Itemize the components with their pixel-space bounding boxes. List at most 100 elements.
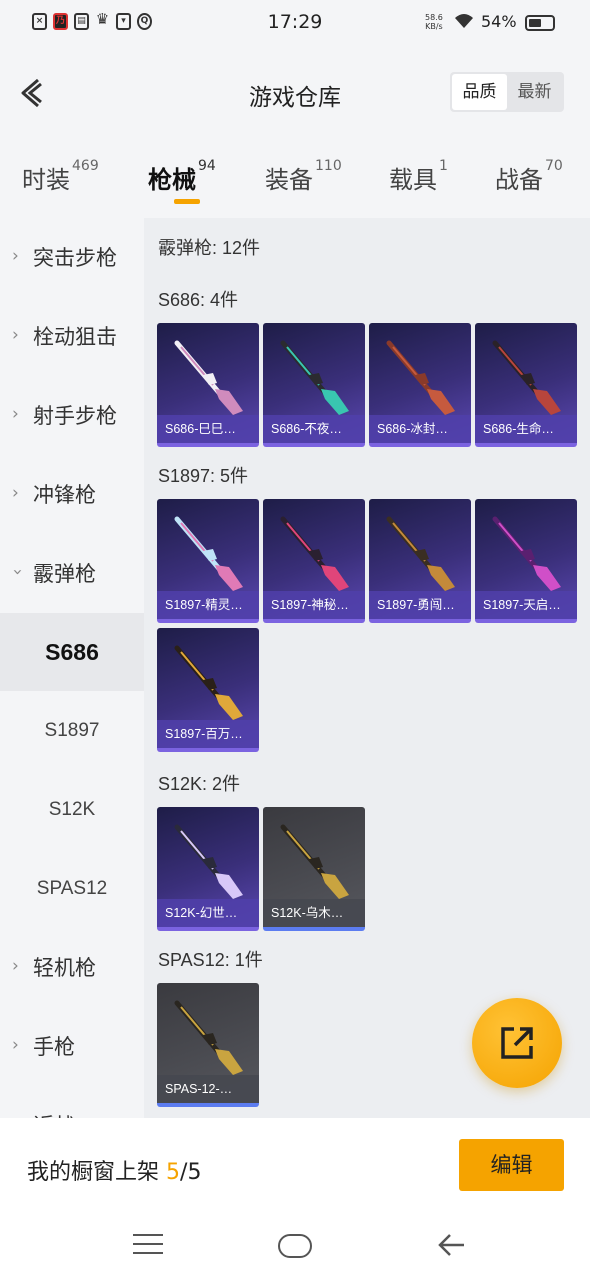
tab-label: 枪械 — [148, 166, 196, 194]
network-speed-unit: KB/s — [425, 22, 443, 31]
sidebar-item-label: 突击步枪 — [33, 246, 117, 270]
weapon-card-name: S686-生命… — [475, 415, 577, 443]
sidebar-item-marksman-rifle[interactable]: › 射手步枪 — [0, 376, 144, 454]
shotgun-icon — [280, 824, 349, 899]
sidebar-item-label: 冲锋枪 — [33, 483, 96, 507]
weapon-card[interactable]: S12K-乌木… — [263, 807, 365, 931]
sort-newest-button[interactable]: 最新 — [507, 74, 562, 110]
shotgun-icon — [386, 340, 455, 415]
tab-fashion[interactable]: 时装 469 — [22, 158, 99, 195]
recent-apps-button[interactable] — [133, 1234, 163, 1256]
weapon-card[interactable]: S1897-天启… — [475, 499, 577, 623]
sidebar-item-label: 射手步枪 — [33, 404, 117, 428]
sidebar-item-label: 手枪 — [33, 1035, 75, 1059]
tab-firearms[interactable]: 枪械 94 — [148, 158, 216, 195]
shotgun-icon — [492, 340, 561, 415]
sidebar-subitem-s1897[interactable]: S1897 — [0, 692, 144, 770]
sidebar-item-shotgun[interactable]: › 霰弹枪 — [0, 534, 144, 612]
active-tab-indicator — [174, 199, 200, 204]
chevron-down-icon: › — [7, 568, 28, 576]
tab-vehicles[interactable]: 载具 1 — [389, 158, 448, 195]
group-title: S686: 4件 — [158, 290, 239, 310]
weapon-card-name: S1897-天启… — [475, 591, 577, 619]
sidebar-item-bolt-sniper[interactable]: › 栓动狙击 — [0, 297, 144, 375]
chevron-right-icon: › — [12, 325, 19, 345]
weapon-card-name: S12K-乌木… — [263, 899, 365, 927]
weapon-card[interactable]: SPAS-12-… — [157, 983, 259, 1107]
shotgun-icon — [174, 1000, 243, 1075]
weapon-card-name: S686-冰封… — [369, 415, 471, 443]
tab-equipment[interactable]: 装备 110 — [265, 158, 342, 195]
sidebar-item-label: 栓动狙击 — [33, 325, 117, 349]
edit-button[interactable]: 编辑 — [459, 1139, 564, 1191]
chevron-right-icon: › — [12, 956, 19, 976]
chevron-right-icon: › — [12, 483, 19, 503]
showcase-status: 我的橱窗上架 5/5 — [27, 1154, 201, 1186]
group-title: S1897: 5件 — [158, 466, 249, 486]
group-title: SPAS12: 1件 — [158, 950, 263, 970]
weapon-card-name: S686-不夜… — [263, 415, 365, 443]
weapon-card-name: SPAS-12-… — [157, 1075, 259, 1103]
shotgun-icon — [174, 824, 243, 899]
network-speed-value: 58.6 — [425, 13, 443, 22]
weapon-card[interactable]: S686-巳巳… — [157, 323, 259, 447]
share-button[interactable] — [472, 998, 562, 1088]
weapon-card[interactable]: S686-冰封… — [369, 323, 471, 447]
sort-toggle: 品质 最新 — [450, 72, 564, 112]
sidebar-item-lmg[interactable]: › 轻机枪 — [0, 928, 144, 1006]
sidebar-item-pistol[interactable]: › 手枪 — [0, 1007, 144, 1085]
system-back-button[interactable] — [436, 1230, 466, 1260]
tab-supplies[interactable]: 战备 70 — [495, 158, 563, 195]
tab-count: 70 — [545, 158, 563, 174]
sort-quality-button[interactable]: 品质 — [452, 74, 507, 110]
network-speed: 58.6 KB/s — [425, 13, 443, 31]
weapon-card[interactable]: S1897-勇闯… — [369, 499, 471, 623]
sidebar-subitem-s12k[interactable]: S12K — [0, 771, 144, 849]
header: 游戏仓库 品质 最新 — [0, 46, 590, 142]
wifi-icon — [453, 12, 475, 35]
shotgun-icon — [280, 340, 349, 415]
weapon-card-name: S686-巳巳… — [157, 415, 259, 443]
sidebar: › 突击步枪 › 栓动狙击 › 射手步枪 › 冲锋枪 › 霰弹枪 S686 S1897 S… — [0, 218, 144, 1118]
weapon-card-name: S12K-幻世… — [157, 899, 259, 927]
shotgun-icon — [174, 516, 243, 591]
showcase-current: 5 — [166, 1160, 181, 1185]
weapon-card[interactable]: S686-生命… — [475, 323, 577, 447]
tab-label: 装备 — [265, 166, 313, 194]
shotgun-icon — [386, 516, 455, 591]
weapon-card-name: S1897-勇闯… — [369, 591, 471, 619]
category-tabs: 时装 469 枪械 94 装备 110 载具 1 战备 70 — [0, 142, 590, 218]
weapon-card[interactable]: S1897-神秘… — [263, 499, 365, 623]
tab-count: 94 — [198, 158, 216, 174]
sidebar-item-label: 近战 — [33, 1110, 75, 1118]
home-button[interactable] — [278, 1234, 312, 1258]
showcase-bar: 我的橱窗上架 5/5 编辑 — [0, 1118, 590, 1214]
sidebar-item-label: 轻机枪 — [33, 956, 96, 980]
sidebar-subitem-s686[interactable]: S686 — [0, 613, 144, 691]
shotgun-icon — [174, 340, 243, 415]
sidebar-item-label: 霰弹枪 — [33, 562, 96, 586]
weapon-card[interactable]: S12K-幻世… — [157, 807, 259, 931]
sidebar-item-melee[interactable]: ›近战 — [0, 1086, 144, 1118]
sidebar-item-smg[interactable]: › 冲锋枪 — [0, 455, 144, 533]
shotgun-icon — [174, 645, 243, 720]
weapon-card[interactable]: S1897-百万… — [157, 628, 259, 752]
showcase-total: 5 — [187, 1160, 202, 1185]
weapon-card[interactable]: S1897-精灵… — [157, 499, 259, 623]
tab-label: 时装 — [22, 166, 70, 194]
tab-count: 469 — [72, 158, 99, 174]
showcase-label: 我的橱窗上架 — [27, 1160, 160, 1185]
weapon-card-name: S1897-百万… — [157, 720, 259, 748]
group-title: S12K: 2件 — [158, 774, 241, 794]
tab-count: 110 — [315, 158, 342, 174]
weapon-card-name: S1897-神秘… — [263, 591, 365, 619]
shotgun-icon — [280, 516, 349, 591]
battery-icon — [525, 15, 555, 31]
tab-label: 战备 — [495, 166, 543, 194]
chevron-right-icon: › — [12, 1035, 19, 1055]
sidebar-subitem-spas12[interactable]: SPAS12 — [0, 850, 144, 928]
tab-count: 1 — [439, 158, 448, 174]
sidebar-item-assault-rifle[interactable]: › 突击步枪 — [0, 218, 144, 296]
external-link-icon — [501, 1027, 533, 1059]
weapon-card[interactable]: S686-不夜… — [263, 323, 365, 447]
